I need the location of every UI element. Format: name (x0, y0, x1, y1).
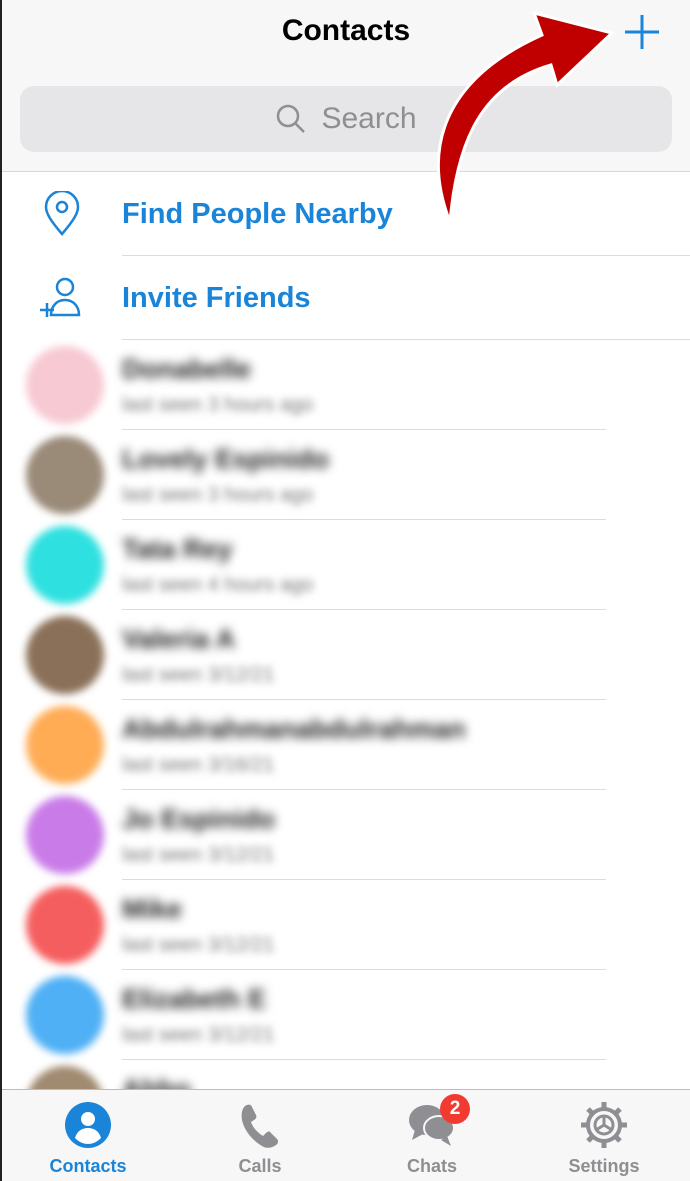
header: Contacts Search (2, 0, 690, 172)
phone-icon (241, 1104, 279, 1148)
search-placeholder: Search (321, 102, 417, 135)
contact-name: Valeria A (122, 624, 236, 654)
search-input[interactable]: Search (20, 86, 672, 152)
person-icon (65, 1102, 111, 1148)
contact-status: last seen 3/12/21 (122, 934, 275, 956)
contact-row[interactable]: Donabelle last seen 3 hours ago (2, 340, 612, 430)
contact-name: Jo Espinido (122, 804, 276, 834)
avatar (26, 886, 104, 964)
invite-friends[interactable]: Invite Friends (2, 256, 690, 340)
contact-status: last seen 3/12/21 (122, 844, 275, 866)
tab-chats[interactable]: Chats 2 (346, 1090, 518, 1181)
tab-label: Contacts (49, 1156, 127, 1176)
unread-badge: 2 (440, 1094, 470, 1124)
contact-status: last seen 3 hours ago (122, 484, 314, 506)
page-title: Contacts (281, 14, 411, 47)
plus-icon[interactable] (622, 12, 662, 52)
contact-row[interactable]: Abdulrahmanabdulrahman last seen 3/16/21 (2, 700, 612, 790)
search-icon (277, 104, 306, 133)
contact-row[interactable]: Valeria A last seen 3/12/21 (2, 610, 612, 700)
location-pin-icon (44, 191, 80, 236)
avatar (26, 436, 104, 514)
find-people-nearby[interactable]: Find People Nearby (2, 172, 690, 256)
contact-name: Lovely Espinido (122, 444, 330, 474)
tab-label: Settings (568, 1156, 640, 1176)
find-people-nearby-label: Find People Nearby (122, 197, 393, 230)
avatar (26, 706, 104, 784)
contact-row[interactable]: Elizabeth E last seen 3/12/21 (2, 970, 612, 1060)
add-person-icon (40, 277, 81, 317)
contact-status: last seen 3/16/21 (122, 754, 275, 776)
avatar (26, 976, 104, 1054)
contact-row[interactable]: Tata Rey last seen 4 hours ago (2, 520, 612, 610)
contact-row[interactable]: Jo Espinido last seen 3/12/21 (2, 790, 612, 880)
avatar (26, 616, 104, 694)
contact-name: Mike (122, 894, 183, 924)
tab-calls[interactable]: Calls (174, 1090, 346, 1181)
avatar (26, 526, 104, 604)
avatar (26, 796, 104, 874)
tab-contacts[interactable]: Contacts (2, 1090, 174, 1181)
tab-bar: Contacts Calls Chats 2 Settings (2, 1089, 690, 1181)
tab-label: Chats (406, 1156, 457, 1176)
contact-status: last seen 3/12/21 (122, 664, 275, 686)
contact-name: Donabelle (122, 354, 252, 384)
contact-name: Abdulrahmanabdulrahman (122, 714, 466, 744)
invite-friends-label: Invite Friends (122, 281, 311, 314)
tab-settings[interactable]: Settings (518, 1090, 690, 1181)
contact-row[interactable]: Mike last seen 3/12/21 (2, 880, 612, 970)
contact-row[interactable]: Lovely Espinido last seen 3 hours ago (2, 430, 612, 520)
contact-name: Tata Rey (122, 534, 233, 564)
contact-status: last seen 4 hours ago (122, 574, 314, 596)
avatar (26, 346, 104, 424)
contact-name: Elizabeth E (122, 984, 267, 1014)
contact-status: last seen 3/12/21 (122, 1024, 275, 1046)
tab-label: Calls (238, 1156, 282, 1176)
contact-status: last seen 3 hours ago (122, 394, 314, 416)
gear-icon (581, 1102, 627, 1148)
